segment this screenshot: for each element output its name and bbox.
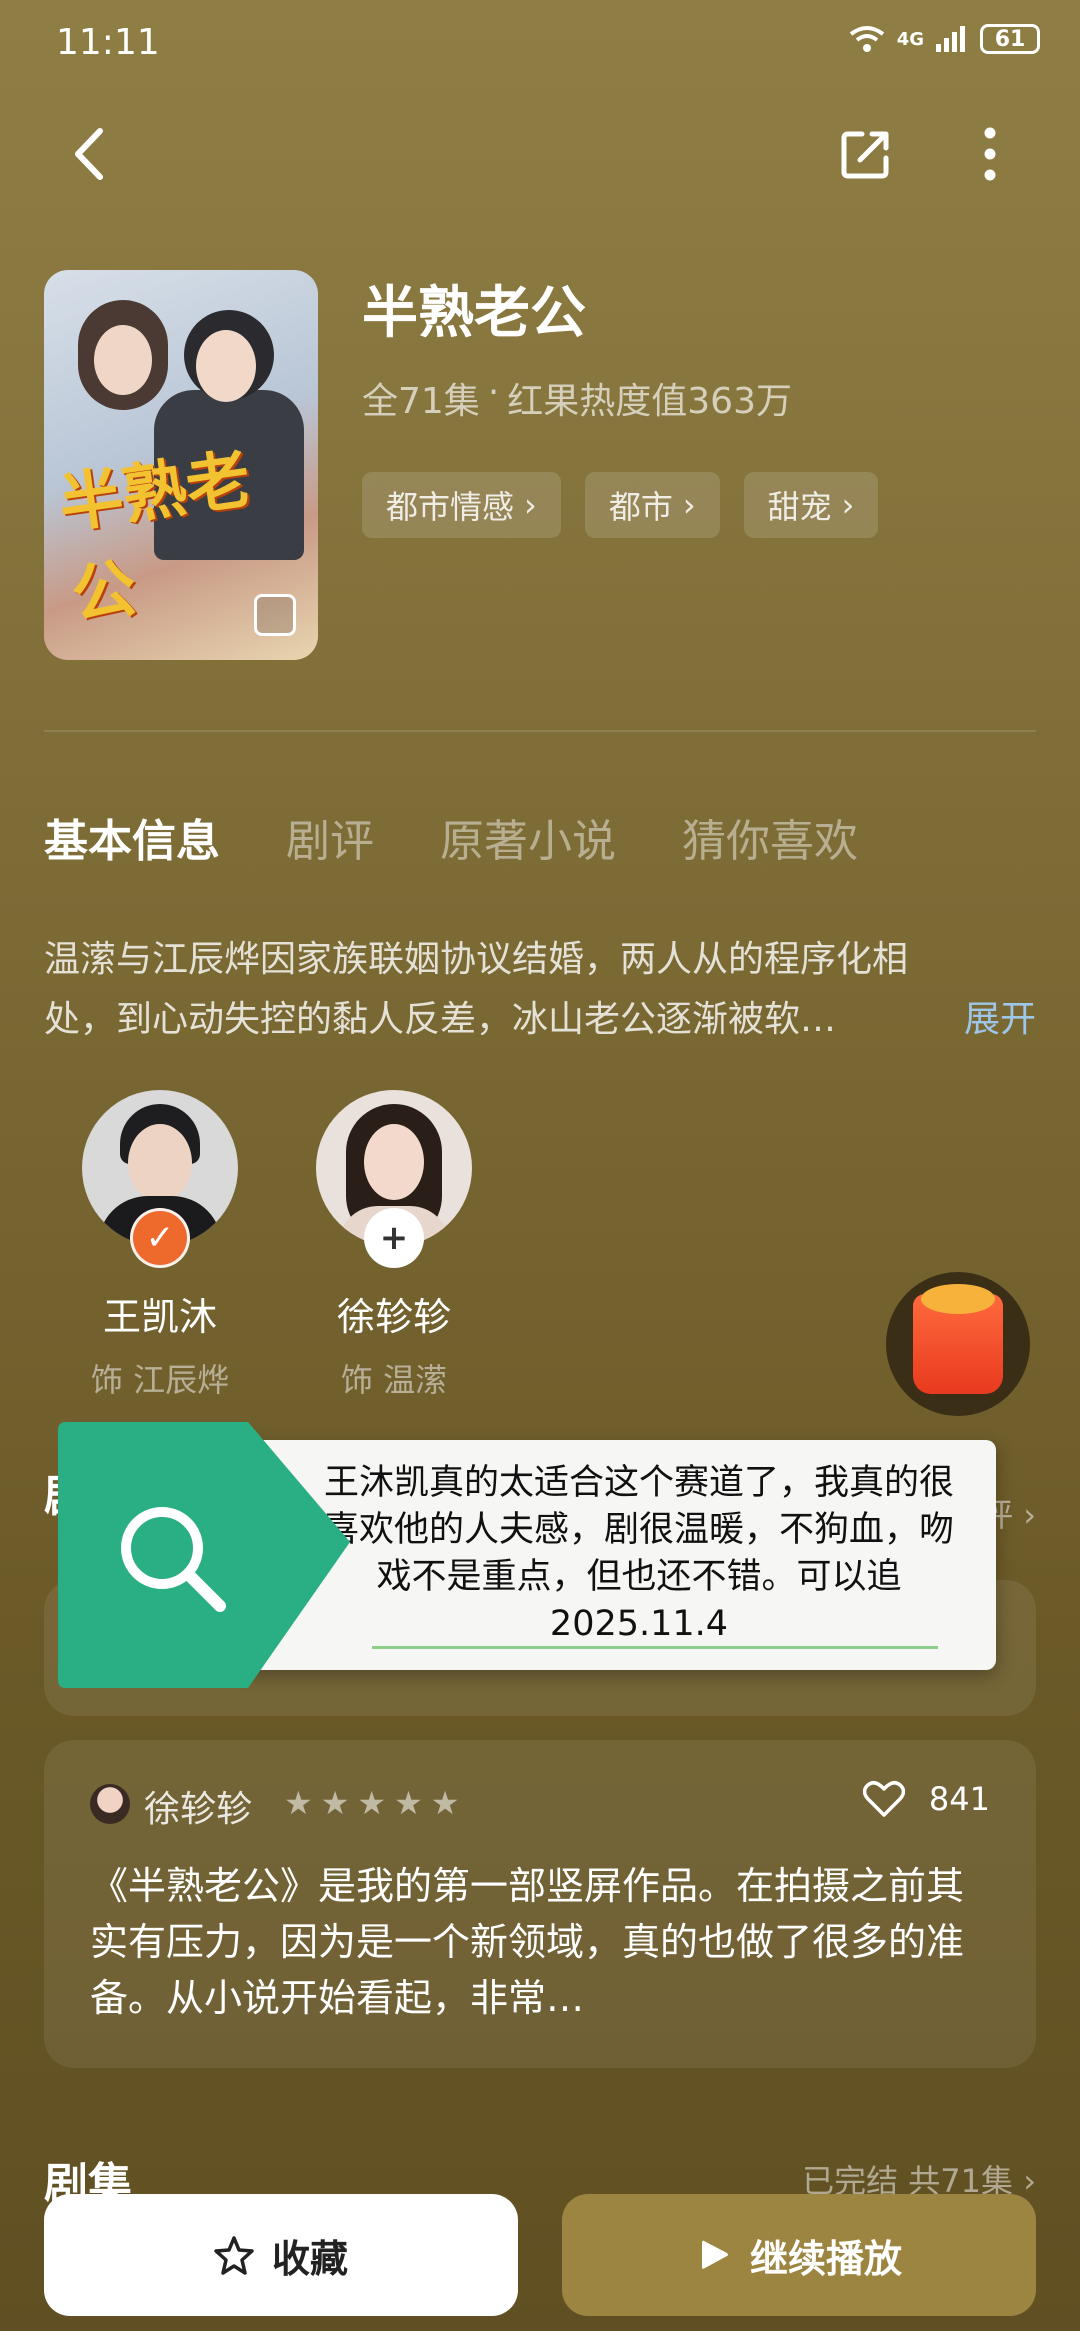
share-button[interactable] [826,114,906,194]
drama-poster[interactable]: 半熟老公 [44,270,318,660]
tag-label: 都市 [608,488,673,526]
status-time: 11:11 [56,22,160,63]
star-icon: ★ [284,1784,313,1822]
back-arrow-icon [75,128,103,180]
like-button[interactable]: 841 [862,1780,990,1818]
chevron-right-icon: › [682,486,696,524]
search-icon [121,1507,226,1612]
follow-plus-icon[interactable]: + [364,1208,424,1268]
tab-recommend[interactable]: 猜你喜欢 [682,805,858,869]
cast-name: 王凯沐 [102,1295,217,1339]
star-icon: ★ [430,1784,460,1822]
tab-basic-info[interactable]: 基本信息 [44,805,220,869]
poster-face-man [196,330,256,402]
reviewer-name: 徐轸轸 [144,1789,253,1830]
episode-count: 全71集 [362,381,480,422]
signal-icon [936,26,965,52]
avatar: ✓ [82,1090,238,1268]
tag-chip[interactable]: 甜宠 › [743,472,879,538]
gallery-icon[interactable] [254,594,296,636]
tab-reviews[interactable]: 剧评 [286,805,374,869]
wifi-icon [849,26,884,52]
play-icon [701,2240,728,2269]
favorite-label: 收藏 [271,2236,348,2281]
header-divider [44,730,1036,732]
chevron-right-icon: › [524,486,537,524]
continue-play-button[interactable]: 继续播放 [562,2194,1036,2316]
chevron-right-icon: › [841,486,855,524]
play-label: 继续播放 [749,2236,902,2281]
cast-role: 饰 江辰烨 [90,1361,230,1399]
overlay-comment-text: 王沐凯真的太适合这个赛道了，我真的很喜欢他的人夫感，剧很温暖，不狗血，吻戏不是重… [324,1463,955,1644]
share-icon [841,131,889,179]
expand-link[interactable]: 展开 [964,990,1036,1042]
tag-label: 都市情感 [386,488,515,526]
favorite-button[interactable]: 收藏 [44,2194,518,2316]
red-packet-button[interactable] [886,1272,1030,1416]
heat-value: 红果热度值363万 [507,381,792,422]
genre-tags: 都市情感 › 都市 › 甜宠 › [362,472,879,538]
drama-meta: 全71集 · 红果热度值363万 [362,372,792,424]
review-card[interactable]: 徐轸轸 ★ ★ ★ ★ ★ 841 《半熟老公》是我的第一部竖屏作品。在拍摄之前… [44,1740,1036,2068]
tab-novel[interactable]: 原著小说 [440,805,616,869]
battery-indicator: 61 [980,24,1040,54]
cast-member[interactable]: ✓ 王凯沐 饰 江辰烨 [60,1090,260,1401]
poster-face-woman [94,325,152,395]
followed-check-icon[interactable]: ✓ [130,1208,190,1268]
back-button[interactable] [50,114,130,194]
tag-chip[interactable]: 都市 › [584,472,720,538]
meta-separator: · [487,372,500,413]
star-icon: ★ [320,1784,350,1822]
detail-tabs: 基本信息 剧评 原著小说 猜你喜欢 [44,805,858,869]
more-button[interactable] [950,114,1030,194]
tag-chip[interactable]: 都市情感 › [362,472,561,538]
like-count: 841 [928,1780,990,1818]
red-packet-icon [913,1284,1003,1394]
tag-label: 甜宠 [767,488,832,526]
status-icons: 4G 61 [847,24,1040,54]
star-icon: ★ [357,1784,387,1822]
cast-role: 饰 温潆 [340,1361,448,1399]
review-text: 《半熟老公》是我的第一部竖屏作品。在拍摄之前其实有压力，因为是一个新领域，真的也… [90,1864,965,2020]
cast-member[interactable]: + 徐轸轸 饰 温潆 [294,1090,494,1401]
drama-title: 半熟老公 [362,281,586,346]
synopsis-text: 温潆与江辰烨因家族联姻协议结婚，两人从的程序化相处，到心动失控的黏人反差，冰山老… [44,939,909,1040]
star-icon: ★ [394,1784,423,1822]
more-vertical-icon [984,127,996,181]
star-rating: ★ ★ ★ ★ ★ [284,1784,459,1822]
cast-name: 徐轸轸 [336,1295,451,1339]
star-outline-icon [214,2236,254,2275]
reviewer-avatar [90,1784,130,1824]
comment-overlay-card: 王沐凯真的太适合这个赛道了，我真的很喜欢他的人夫感，剧很温暖，不狗血，吻戏不是重… [240,1440,996,1670]
overlay-underline [372,1646,938,1649]
avatar: + [316,1090,472,1268]
network-label: 4G [896,28,924,50]
heart-icon [862,1781,905,1817]
